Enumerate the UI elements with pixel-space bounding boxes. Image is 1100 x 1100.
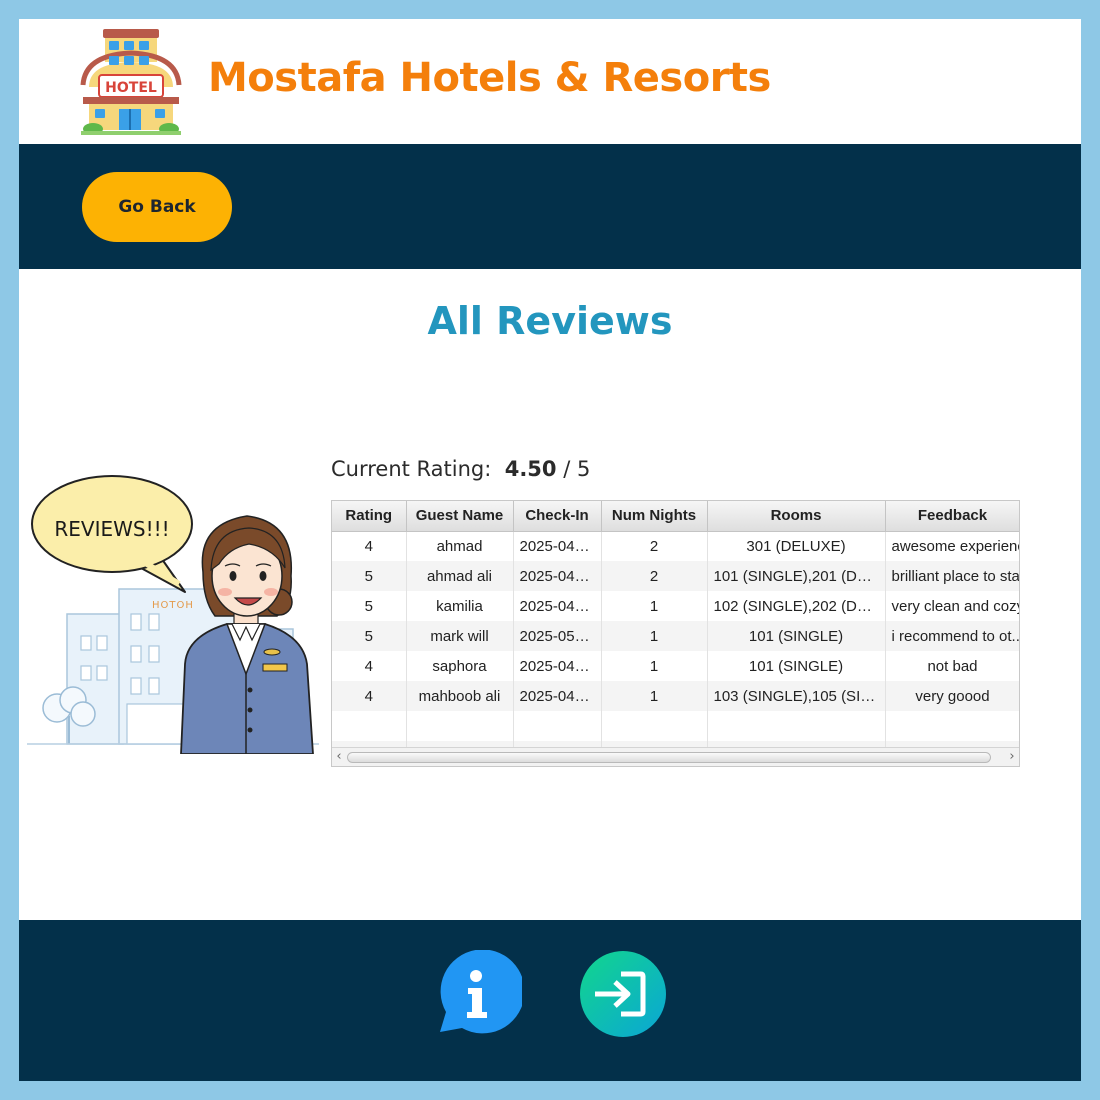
cell-guest-name: mark will bbox=[406, 621, 514, 651]
cell-rooms: 101 (SINGLE) bbox=[707, 651, 886, 681]
cell-rating: 5 bbox=[332, 591, 407, 621]
cell-rooms: 101 (SINGLE),201 (DOU... bbox=[707, 561, 886, 591]
nav-bar: Go Back bbox=[19, 144, 1081, 269]
table-row[interactable]: 5 mark will 2025-05-09 1 101 (SINGLE) i … bbox=[332, 621, 1019, 651]
login-enter-icon[interactable] bbox=[579, 950, 669, 1038]
cell-guest-name: ahmad bbox=[406, 531, 514, 561]
cell-check-in: 2025-04-14 bbox=[513, 651, 602, 681]
cell-check-in: 2025-04-09 bbox=[513, 531, 602, 561]
column-header-num-nights[interactable]: Num Nights bbox=[601, 501, 708, 532]
cell-num-nights: 1 bbox=[601, 621, 708, 651]
cell-feedback: awesome experienc bbox=[885, 531, 1019, 561]
cell-num-nights: 2 bbox=[601, 561, 708, 591]
table-header-row: Rating Guest Name Check-In Num Nights Ro… bbox=[332, 501, 1019, 532]
cell-guest-name: kamilia bbox=[406, 591, 514, 621]
cell-rooms: 102 (SINGLE),202 (DOU... bbox=[707, 591, 886, 621]
cell-feedback: brilliant place to sta bbox=[885, 561, 1019, 591]
horizontal-scrollbar[interactable]: ‹ › bbox=[332, 747, 1019, 766]
scroll-left-icon[interactable]: ‹ bbox=[332, 749, 346, 764]
cell-rooms: 103 (SINGLE),105 (SING... bbox=[707, 681, 886, 711]
go-back-button[interactable]: Go Back bbox=[82, 172, 232, 242]
cell-num-nights: 2 bbox=[601, 531, 708, 561]
table-row[interactable]: 5 kamilia 2025-04-03 1 102 (SINGLE),202 … bbox=[332, 591, 1019, 621]
cell-rooms: 101 (SINGLE) bbox=[707, 621, 886, 651]
reviews-table[interactable]: Rating Guest Name Check-In Num Nights Ro… bbox=[331, 500, 1020, 767]
cell-num-nights: 1 bbox=[601, 681, 708, 711]
cell-guest-name: saphora bbox=[406, 651, 514, 681]
cell-rooms: 301 (DELUXE) bbox=[707, 531, 886, 561]
rating-label: Current Rating: bbox=[331, 457, 492, 481]
page-title: All Reviews bbox=[427, 299, 673, 343]
footer bbox=[19, 920, 1081, 1081]
column-header-check-in[interactable]: Check-In bbox=[513, 501, 602, 532]
rating-value: 4.50 bbox=[504, 457, 557, 481]
column-header-rating[interactable]: Rating bbox=[332, 501, 407, 532]
rating-out-of: / 5 bbox=[563, 457, 591, 481]
cell-check-in: 2025-04-06 bbox=[513, 561, 602, 591]
cell-feedback: very clean and cozy bbox=[885, 591, 1019, 621]
table-row[interactable]: 5 ahmad ali 2025-04-06 2 101 (SINGLE),20… bbox=[332, 561, 1019, 591]
cell-guest-name: mahboob ali bbox=[406, 681, 514, 711]
receptionist-illustration: HOTOH REVIEWS!!! bbox=[27, 475, 319, 754]
cell-rating: 4 bbox=[332, 531, 407, 561]
current-rating: Current Rating: 4.50 / 5 bbox=[331, 457, 590, 481]
speech-bubble-text: REVIEWS!!! bbox=[54, 517, 169, 541]
cell-rating: 4 bbox=[332, 651, 407, 681]
cell-rating: 4 bbox=[332, 681, 407, 711]
cell-num-nights: 1 bbox=[601, 591, 708, 621]
table-row[interactable]: 4 saphora 2025-04-14 1 101 (SINGLE) not … bbox=[332, 651, 1019, 681]
cell-check-in: 2025-05-09 bbox=[513, 621, 602, 651]
brand-title: Mostafa Hotels & Resorts bbox=[208, 55, 771, 101]
cell-rating: 5 bbox=[332, 621, 407, 651]
table-row[interactable]: 4 mahboob ali 2025-04-15 1 103 (SINGLE),… bbox=[332, 681, 1019, 711]
building-sign-text: HOTOH bbox=[152, 600, 194, 611]
table-row-empty bbox=[332, 711, 1019, 741]
info-chat-icon[interactable] bbox=[432, 950, 522, 1038]
cell-check-in: 2025-04-03 bbox=[513, 591, 602, 621]
column-header-feedback[interactable]: Feedback bbox=[885, 501, 1019, 532]
scrollbar-thumb[interactable] bbox=[347, 752, 991, 763]
cell-check-in: 2025-04-15 bbox=[513, 681, 602, 711]
cell-guest-name: ahmad ali bbox=[406, 561, 514, 591]
cell-feedback: very goood bbox=[885, 681, 1019, 711]
hotel-sign-text: HOTEL bbox=[105, 80, 157, 96]
cell-rating: 5 bbox=[332, 561, 407, 591]
cell-num-nights: 1 bbox=[601, 651, 708, 681]
app-window: HOTEL Mostafa Hotels & Resorts Go Back A… bbox=[19, 19, 1081, 1081]
hotel-building-icon: HOTEL bbox=[80, 29, 182, 135]
scroll-right-icon[interactable]: › bbox=[1005, 749, 1019, 764]
header: HOTEL Mostafa Hotels & Resorts bbox=[19, 19, 1081, 144]
column-header-guest-name[interactable]: Guest Name bbox=[406, 501, 514, 532]
cell-feedback: not bad bbox=[885, 651, 1019, 681]
cell-feedback: i recommend to ot... bbox=[885, 621, 1019, 651]
table-row[interactable]: 4 ahmad 2025-04-09 2 301 (DELUXE) awesom… bbox=[332, 531, 1019, 561]
column-header-rooms[interactable]: Rooms bbox=[707, 501, 886, 532]
